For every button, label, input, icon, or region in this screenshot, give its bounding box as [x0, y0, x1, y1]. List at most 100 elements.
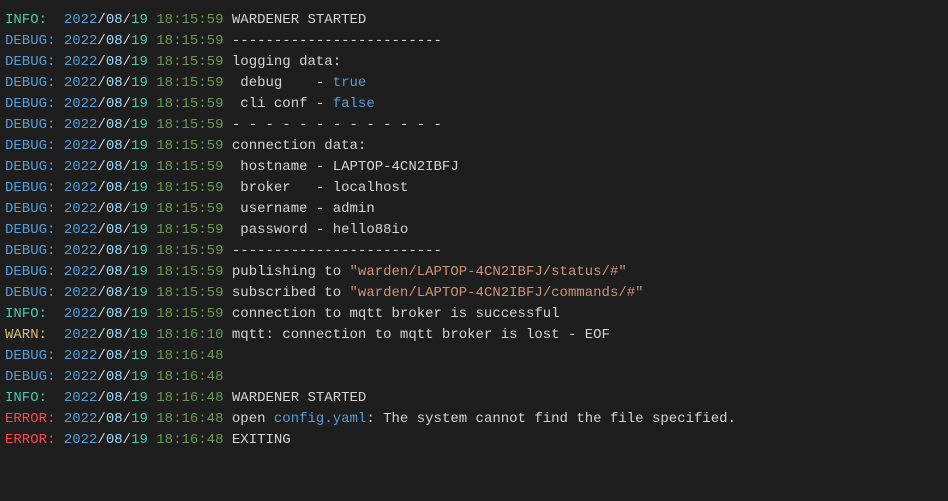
log-month: 08	[106, 432, 123, 448]
log-level: DEBUG:	[5, 201, 64, 217]
log-line: DEBUG: 2022/08/19 18:15:59 cli conf - fa…	[5, 94, 943, 115]
log-time: 18:15:59	[156, 12, 223, 28]
log-time: 18:15:59	[156, 243, 223, 259]
log-message-segment: true	[333, 75, 367, 91]
log-level: DEBUG:	[5, 117, 64, 133]
log-line: DEBUG: 2022/08/19 18:15:59 logging data:	[5, 52, 943, 73]
log-line: ERROR: 2022/08/19 18:16:48 EXITING	[5, 430, 943, 451]
log-time: 18:15:59	[156, 285, 223, 301]
log-level: DEBUG:	[5, 159, 64, 175]
log-month: 08	[106, 96, 123, 112]
log-time: 18:15:59	[156, 138, 223, 154]
log-month: 08	[106, 54, 123, 70]
log-day: 19	[131, 306, 148, 322]
date-separator: /	[123, 390, 131, 406]
log-message-segment: -------------------------	[232, 243, 442, 259]
log-year: 2022	[64, 33, 98, 49]
date-separator: /	[123, 306, 131, 322]
log-line: DEBUG: 2022/08/19 18:15:59 -------------…	[5, 241, 943, 262]
log-year: 2022	[64, 390, 98, 406]
log-month: 08	[106, 138, 123, 154]
date-separator: /	[97, 33, 105, 49]
log-time: 18:15:59	[156, 117, 223, 133]
log-day: 19	[131, 348, 148, 364]
log-level: DEBUG:	[5, 222, 64, 238]
log-level: INFO:	[5, 390, 64, 406]
log-level: DEBUG:	[5, 33, 64, 49]
log-line: DEBUG: 2022/08/19 18:15:59 - - - - - - -…	[5, 115, 943, 136]
log-message-segment: subscribed to	[232, 285, 350, 301]
log-time: 18:15:59	[156, 222, 223, 238]
log-line: DEBUG: 2022/08/19 18:15:59 password - he…	[5, 220, 943, 241]
log-message-segment: cli conf -	[232, 96, 333, 112]
log-month: 08	[106, 243, 123, 259]
log-year: 2022	[64, 222, 98, 238]
date-separator: /	[123, 285, 131, 301]
log-month: 08	[106, 264, 123, 280]
log-year: 2022	[64, 201, 98, 217]
log-year: 2022	[64, 243, 98, 259]
date-separator: /	[97, 432, 105, 448]
log-month: 08	[106, 348, 123, 364]
log-day: 19	[131, 369, 148, 385]
log-line: INFO: 2022/08/19 18:15:59 WARDENER START…	[5, 10, 943, 31]
log-day: 19	[131, 75, 148, 91]
log-year: 2022	[64, 411, 98, 427]
log-line: DEBUG: 2022/08/19 18:15:59 publishing to…	[5, 262, 943, 283]
log-time: 18:16:48	[156, 390, 223, 406]
date-separator: /	[123, 348, 131, 364]
log-day: 19	[131, 12, 148, 28]
log-day: 19	[131, 33, 148, 49]
log-month: 08	[106, 180, 123, 196]
log-message-segment: broker - localhost	[232, 180, 408, 196]
date-separator: /	[97, 243, 105, 259]
log-time: 18:15:59	[156, 264, 223, 280]
log-message-segment: "warden/LAPTOP-4CN2IBFJ/status/#"	[350, 264, 627, 280]
date-separator: /	[123, 222, 131, 238]
log-month: 08	[106, 222, 123, 238]
log-day: 19	[131, 138, 148, 154]
log-year: 2022	[64, 117, 98, 133]
date-separator: /	[123, 411, 131, 427]
log-time: 18:15:59	[156, 54, 223, 70]
log-year: 2022	[64, 96, 98, 112]
log-month: 08	[106, 369, 123, 385]
date-separator: /	[123, 54, 131, 70]
date-separator: /	[97, 12, 105, 28]
log-line: WARN: 2022/08/19 18:16:10 mqtt: connecti…	[5, 325, 943, 346]
log-year: 2022	[64, 138, 98, 154]
log-year: 2022	[64, 327, 98, 343]
log-year: 2022	[64, 285, 98, 301]
log-output: INFO: 2022/08/19 18:15:59 WARDENER START…	[5, 10, 943, 451]
date-separator: /	[123, 327, 131, 343]
log-message-segment: : The system cannot find the file specif…	[366, 411, 736, 427]
date-separator: /	[123, 180, 131, 196]
log-month: 08	[106, 12, 123, 28]
date-separator: /	[123, 264, 131, 280]
log-month: 08	[106, 327, 123, 343]
log-month: 08	[106, 159, 123, 175]
date-separator: /	[97, 411, 105, 427]
log-month: 08	[106, 117, 123, 133]
log-month: 08	[106, 285, 123, 301]
log-message-segment: password - hello88io	[232, 222, 408, 238]
date-separator: /	[97, 117, 105, 133]
date-separator: /	[97, 285, 105, 301]
log-message-segment: WARDENER STARTED	[232, 12, 366, 28]
log-level: ERROR:	[5, 411, 64, 427]
log-day: 19	[131, 180, 148, 196]
log-time: 18:15:59	[156, 180, 223, 196]
log-time: 18:15:59	[156, 306, 223, 322]
log-line: DEBUG: 2022/08/19 18:15:59 debug - true	[5, 73, 943, 94]
log-day: 19	[131, 159, 148, 175]
log-message-segment: debug -	[232, 75, 333, 91]
log-year: 2022	[64, 432, 98, 448]
log-line: DEBUG: 2022/08/19 18:15:59 connection da…	[5, 136, 943, 157]
log-message-segment: EXITING	[232, 432, 291, 448]
log-level: DEBUG:	[5, 264, 64, 280]
log-day: 19	[131, 117, 148, 133]
log-line: DEBUG: 2022/08/19 18:15:59 subscribed to…	[5, 283, 943, 304]
date-separator: /	[97, 390, 105, 406]
log-level: DEBUG:	[5, 96, 64, 112]
log-message-segment: username - admin	[232, 201, 375, 217]
